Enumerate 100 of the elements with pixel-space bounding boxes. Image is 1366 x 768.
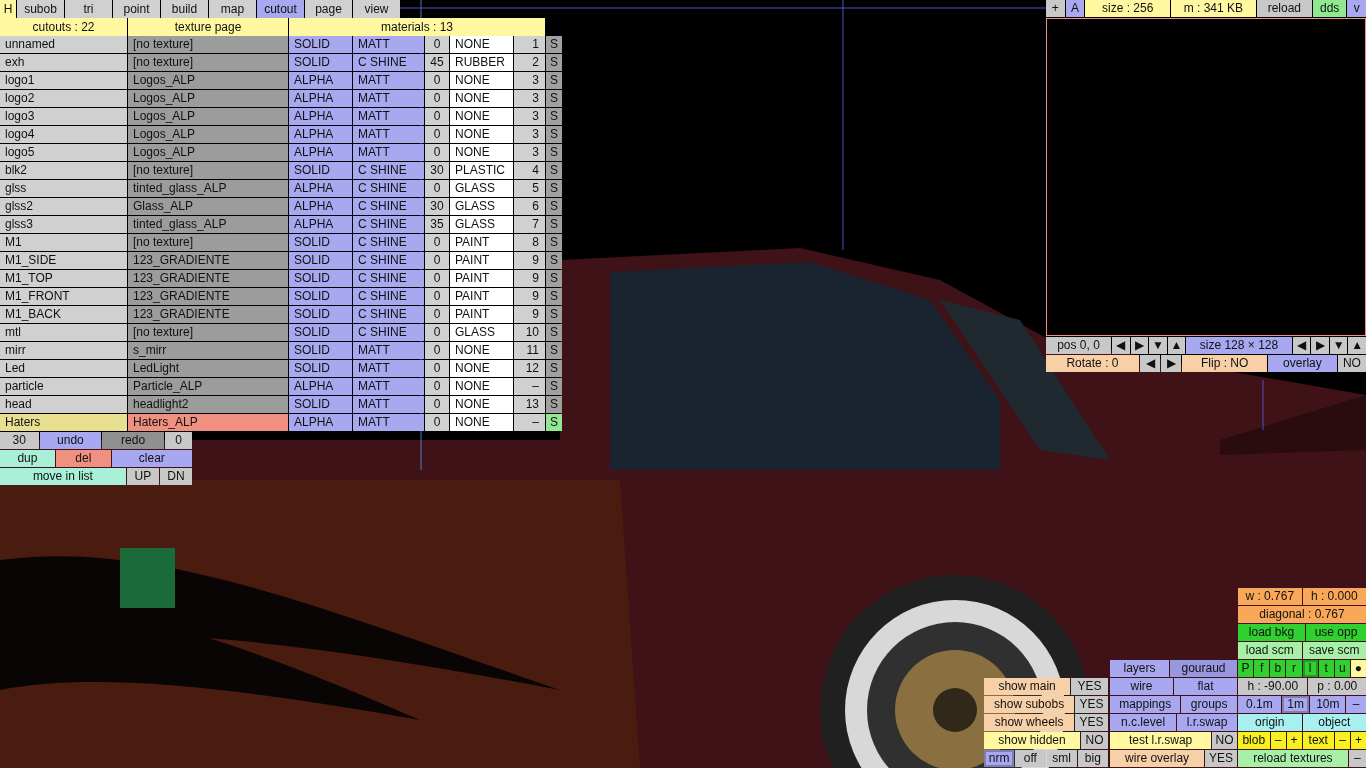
texture-transform-button[interactable]: NO <box>1337 355 1366 372</box>
texture-cell[interactable]: [no texture] <box>128 36 288 53</box>
shine-cell[interactable]: MATT <box>353 108 424 125</box>
tool-button[interactable]: redo <box>102 432 164 449</box>
material-cell[interactable]: PAINT <box>450 234 513 251</box>
display-mode-button[interactable]: n.c.level <box>1110 714 1177 731</box>
view-control-button[interactable]: origin <box>1238 714 1302 731</box>
alpha-type-cell[interactable]: ALPHA <box>289 108 352 125</box>
shine-cell[interactable]: C SHINE <box>353 270 424 287</box>
cutout-name-cell[interactable]: exh <box>0 54 127 71</box>
select-button[interactable]: S <box>546 36 562 53</box>
mode-tab[interactable]: build <box>161 0 208 18</box>
show-option-button[interactable]: show subobs <box>984 696 1075 713</box>
alpha-type-cell[interactable]: ALPHA <box>289 126 352 143</box>
cutout-name-cell[interactable]: head <box>0 396 127 413</box>
texture-cell[interactable]: 123_GRADIENTE <box>128 288 288 305</box>
select-button[interactable]: S <box>546 414 562 431</box>
alpha-type-cell[interactable]: SOLID <box>289 234 352 251</box>
select-button[interactable]: S <box>546 198 562 215</box>
texture-position-button[interactable]: ▶ <box>1311 337 1329 354</box>
view-control-button[interactable]: – <box>1346 696 1366 713</box>
material-cell[interactable]: PAINT <box>450 270 513 287</box>
material-cell[interactable]: PAINT <box>450 252 513 269</box>
cutout-name-cell[interactable]: unnamed <box>0 36 127 53</box>
shine-cell[interactable]: MATT <box>353 378 424 395</box>
mode-tab[interactable]: tri <box>65 0 112 18</box>
texture-cell[interactable]: s_mirr <box>128 342 288 359</box>
view-control-button[interactable]: text <box>1302 732 1334 749</box>
select-button[interactable]: S <box>546 162 562 179</box>
shine-cell[interactable]: C SHINE <box>353 234 424 251</box>
material-cell[interactable]: GLASS <box>450 198 513 215</box>
select-button[interactable]: S <box>546 324 562 341</box>
view-control-button[interactable]: h : 0.000 <box>1302 588 1366 605</box>
select-button[interactable]: S <box>546 54 562 71</box>
texture-cell[interactable]: headlight2 <box>128 396 288 413</box>
shine-cell[interactable]: MATT <box>353 414 424 431</box>
alpha-type-cell[interactable]: SOLID <box>289 342 352 359</box>
display-mode-button[interactable]: YES <box>1205 750 1237 767</box>
material-cell[interactable]: GLASS <box>450 180 513 197</box>
view-control-button[interactable]: use opp <box>1306 624 1366 641</box>
display-mode-button[interactable]: test l.r.swap <box>1110 732 1212 749</box>
view-control-button[interactable]: f <box>1254 660 1270 677</box>
display-mode-button[interactable]: l.r.swap <box>1177 714 1237 731</box>
select-button[interactable]: S <box>546 234 562 251</box>
texture-transform-button[interactable]: overlay <box>1268 355 1337 372</box>
cutout-name-cell[interactable]: M1_SIDE <box>0 252 127 269</box>
texture-cell[interactable]: Glass_ALP <box>128 198 288 215</box>
texture-transform-button[interactable]: ▶ <box>1161 355 1182 372</box>
mode-tab[interactable]: view <box>353 0 400 18</box>
texture-cell[interactable]: Particle_ALP <box>128 378 288 395</box>
cutout-name-cell[interactable]: logo5 <box>0 144 127 161</box>
texture-cell[interactable]: LedLight <box>128 360 288 377</box>
tool-button[interactable]: UP <box>126 468 159 485</box>
alpha-type-cell[interactable]: ALPHA <box>289 216 352 233</box>
view-control-button[interactable]: p : 0.00 <box>1308 678 1366 695</box>
alpha-type-cell[interactable]: SOLID <box>289 306 352 323</box>
shine-cell[interactable]: MATT <box>353 90 424 107</box>
show-option-button[interactable]: NO <box>1081 732 1108 749</box>
mode-tab[interactable]: cutout <box>257 0 304 18</box>
tool-button[interactable]: move in list <box>0 468 126 485</box>
material-cell[interactable]: PAINT <box>450 288 513 305</box>
texture-cell[interactable]: 123_GRADIENTE <box>128 252 288 269</box>
material-cell[interactable]: NONE <box>450 90 513 107</box>
view-control-button[interactable]: reload textures <box>1238 750 1348 767</box>
alpha-type-cell[interactable]: SOLID <box>289 162 352 179</box>
select-button[interactable]: S <box>546 216 562 233</box>
shine-cell[interactable]: MATT <box>353 342 424 359</box>
tool-button[interactable]: dup <box>0 450 55 467</box>
select-button[interactable]: S <box>546 252 562 269</box>
view-control-button[interactable]: blob <box>1238 732 1270 749</box>
alpha-type-cell[interactable]: SOLID <box>289 396 352 413</box>
display-mode-button[interactable]: gouraud <box>1170 660 1237 677</box>
tool-button[interactable]: del <box>55 450 111 467</box>
alpha-type-cell[interactable]: SOLID <box>289 288 352 305</box>
texture-toolbar-button[interactable]: reload <box>1256 0 1312 17</box>
texture-cell[interactable]: Logos_ALP <box>128 90 288 107</box>
shine-cell[interactable]: C SHINE <box>353 198 424 215</box>
select-button[interactable]: S <box>546 396 562 413</box>
show-option-button[interactable]: show hidden <box>984 732 1080 749</box>
view-control-button[interactable]: diagonal : 0.767 <box>1238 606 1366 623</box>
material-cell[interactable]: NONE <box>450 144 513 161</box>
show-option-button[interactable]: off <box>1015 750 1046 767</box>
material-cell[interactable]: RUBBER <box>450 54 513 71</box>
cutout-name-cell[interactable]: glss2 <box>0 198 127 215</box>
cutout-name-cell[interactable]: Led <box>0 360 127 377</box>
shine-cell[interactable]: C SHINE <box>353 54 424 71</box>
texture-transform-button[interactable]: Flip : NO <box>1182 355 1268 372</box>
display-mode-button[interactable]: layers <box>1110 660 1170 677</box>
texture-cell[interactable]: [no texture] <box>128 162 288 179</box>
cutout-name-cell[interactable]: particle <box>0 378 127 395</box>
texture-position-button[interactable]: size 128 × 128 <box>1186 337 1292 354</box>
material-cell[interactable]: NONE <box>450 360 513 377</box>
tool-button[interactable]: 0 <box>164 432 192 449</box>
material-cell[interactable]: NONE <box>450 414 513 431</box>
mode-tab[interactable]: point <box>113 0 160 18</box>
alpha-type-cell[interactable]: SOLID <box>289 360 352 377</box>
cutout-name-cell[interactable]: M1_BACK <box>0 306 127 323</box>
cutout-name-cell[interactable]: glss <box>0 180 127 197</box>
display-mode-button[interactable]: flat <box>1174 678 1237 695</box>
cutout-name-cell[interactable]: glss3 <box>0 216 127 233</box>
